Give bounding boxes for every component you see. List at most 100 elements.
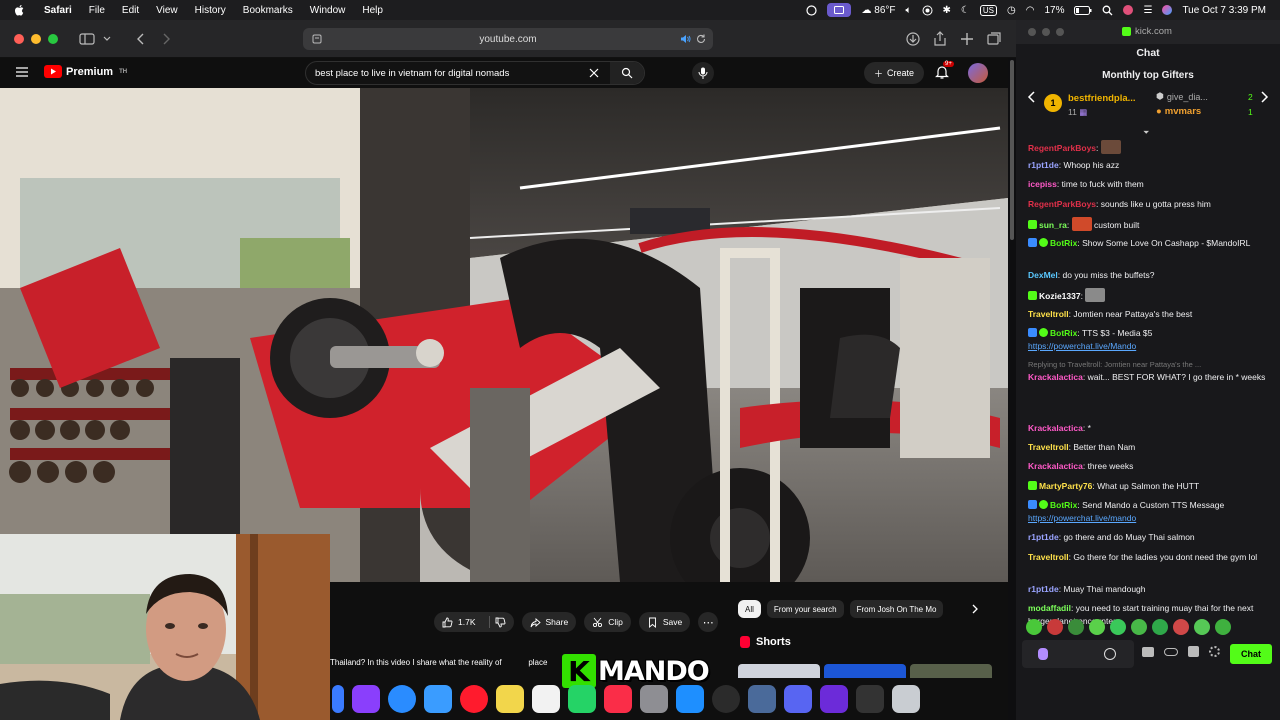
quick-emote[interactable] xyxy=(1026,619,1042,635)
users-icon[interactable] xyxy=(1142,646,1154,657)
video-description-snippet[interactable]: Thailand? In this video I share what the… xyxy=(330,658,547,667)
dock-app-store-icon[interactable] xyxy=(676,685,704,713)
chat-link[interactable]: https://powerchat.live/mando xyxy=(1028,513,1136,523)
clear-search-icon[interactable] xyxy=(588,67,600,79)
tab-overview-icon[interactable] xyxy=(985,30,1003,48)
weather-reading[interactable]: ☁ 86°F xyxy=(861,5,895,16)
sidebar-toggle-icon[interactable] xyxy=(78,30,96,48)
dock-app-icon[interactable] xyxy=(856,685,884,713)
chat-username[interactable]: icepiss xyxy=(1028,179,1057,189)
dock-music-icon[interactable] xyxy=(604,685,632,713)
audio-playing-icon[interactable] xyxy=(679,33,691,45)
chat-username[interactable]: modaffadil xyxy=(1028,603,1071,613)
quick-emote[interactable] xyxy=(1152,619,1168,635)
dock-calendar-icon[interactable] xyxy=(532,685,560,713)
siri-icon[interactable] xyxy=(1162,5,1173,15)
page-menu-icon[interactable] xyxy=(311,33,323,45)
dock-settings-icon[interactable] xyxy=(640,685,668,713)
menu-bookmarks[interactable]: Bookmarks xyxy=(243,5,293,16)
zoom-window-button[interactable] xyxy=(1056,28,1064,36)
youtube-premium-logo[interactable]: Premium TH xyxy=(44,65,127,78)
record-icon[interactable] xyxy=(922,5,933,16)
gifter-3[interactable]: ● mvmars xyxy=(1156,106,1201,117)
chat-username[interactable]: Krackalactica xyxy=(1028,372,1083,382)
short-thumbnail[interactable] xyxy=(738,664,820,678)
dock-app-icon[interactable] xyxy=(332,685,344,713)
video-player[interactable] xyxy=(0,88,1008,582)
hamburger-menu-icon[interactable] xyxy=(15,65,29,79)
collapse-gifters-icon[interactable]: ⏷ xyxy=(1143,128,1153,137)
calendar-icon[interactable] xyxy=(1188,646,1199,657)
save-button[interactable]: Save xyxy=(638,612,691,632)
dock-mail-icon[interactable] xyxy=(424,685,452,713)
quick-emote[interactable] xyxy=(1089,619,1105,635)
bluetooth-icon[interactable]: ✱ xyxy=(943,5,951,16)
chat-username[interactable]: RegentParkBoys xyxy=(1028,143,1096,153)
dock-obs-icon[interactable] xyxy=(712,685,740,713)
menu-edit[interactable]: Edit xyxy=(122,5,139,16)
create-button[interactable]: ＋ Create xyxy=(864,62,925,84)
dock-whatsapp-icon[interactable] xyxy=(568,685,596,713)
minimize-window-button[interactable] xyxy=(31,34,41,44)
focus-moon-icon[interactable]: ☾ xyxy=(961,5,970,16)
quick-emote[interactable] xyxy=(1068,619,1084,635)
dock-trash-icon[interactable] xyxy=(892,685,920,713)
close-window-button[interactable] xyxy=(14,34,24,44)
chat-username[interactable]: BotRix xyxy=(1050,500,1077,510)
chat-username[interactable]: MartyParty76 xyxy=(1039,481,1092,491)
dock-app-icon[interactable] xyxy=(352,685,380,713)
search-box[interactable]: best place to live in vietnam for digita… xyxy=(305,61,645,85)
chat-username[interactable]: r1pt1de xyxy=(1028,160,1059,170)
screen-record-icon[interactable] xyxy=(827,3,852,17)
address-bar[interactable]: youtube.com xyxy=(303,28,713,50)
short-thumbnail[interactable] xyxy=(910,664,992,678)
chip-from-your-search[interactable]: From your search xyxy=(766,600,844,618)
chat-username[interactable]: Kozie1337 xyxy=(1039,291,1081,301)
reply-context[interactable]: Replying to Traveltroll: Jomtien near Pa… xyxy=(1028,360,1201,369)
menu-app-name[interactable]: Safari xyxy=(44,5,72,16)
quick-emote[interactable] xyxy=(1194,619,1210,635)
dock-finder-icon[interactable] xyxy=(748,685,776,713)
apple-icon[interactable] xyxy=(14,4,26,16)
page-scrollbar[interactable] xyxy=(1010,60,1014,240)
wifi-icon[interactable]: ◠ xyxy=(1026,5,1035,16)
emoji-picker-icon[interactable] xyxy=(1104,648,1116,660)
chip-all[interactable]: All xyxy=(738,600,761,618)
menu-help[interactable]: Help xyxy=(362,5,383,16)
back-icon[interactable] xyxy=(132,30,150,48)
zoom-window-button[interactable] xyxy=(48,34,58,44)
chat-username[interactable]: BotRix xyxy=(1050,238,1077,248)
menu-view[interactable]: View xyxy=(156,5,178,16)
kick-url[interactable]: kick.com xyxy=(1122,26,1172,37)
more-actions-button[interactable]: ⋯ xyxy=(698,612,719,632)
search-button[interactable] xyxy=(610,62,644,84)
gifters-prev-icon[interactable] xyxy=(1026,90,1038,104)
thumbs-down-icon[interactable] xyxy=(495,617,506,628)
spotlight-search-icon[interactable] xyxy=(1102,5,1113,16)
settings-gear-icon[interactable] xyxy=(1209,646,1220,657)
quick-emote[interactable] xyxy=(1215,619,1231,635)
downloads-icon[interactable] xyxy=(904,30,922,48)
reload-icon[interactable] xyxy=(695,33,707,45)
share-icon[interactable] xyxy=(931,30,949,48)
chips-next-icon[interactable] xyxy=(968,602,982,616)
chat-username[interactable]: r1pt1de xyxy=(1028,532,1059,542)
user-icon[interactable] xyxy=(1123,5,1134,15)
input-source-badge[interactable]: US xyxy=(979,4,997,16)
menu-window[interactable]: Window xyxy=(310,5,346,16)
dock-notes-icon[interactable] xyxy=(496,685,524,713)
chat-input[interactable] xyxy=(1022,640,1134,668)
menu-history[interactable]: History xyxy=(195,5,226,16)
gifter-2[interactable]: ⬢ give_dia... xyxy=(1156,91,1208,102)
close-window-button[interactable] xyxy=(1028,28,1036,36)
like-button[interactable]: 1.7K xyxy=(434,612,514,632)
dock-opera-icon[interactable] xyxy=(460,685,488,713)
quick-emote[interactable] xyxy=(1173,619,1189,635)
chat-username[interactable]: Traveltroll xyxy=(1028,552,1069,562)
short-thumbnail[interactable] xyxy=(824,664,906,678)
chat-username[interactable]: Traveltroll xyxy=(1028,442,1069,452)
chat-username[interactable]: Traveltroll xyxy=(1028,309,1069,319)
send-chat-button[interactable]: Chat xyxy=(1230,644,1272,664)
avatar[interactable] xyxy=(968,63,988,83)
forward-icon[interactable] xyxy=(157,30,175,48)
